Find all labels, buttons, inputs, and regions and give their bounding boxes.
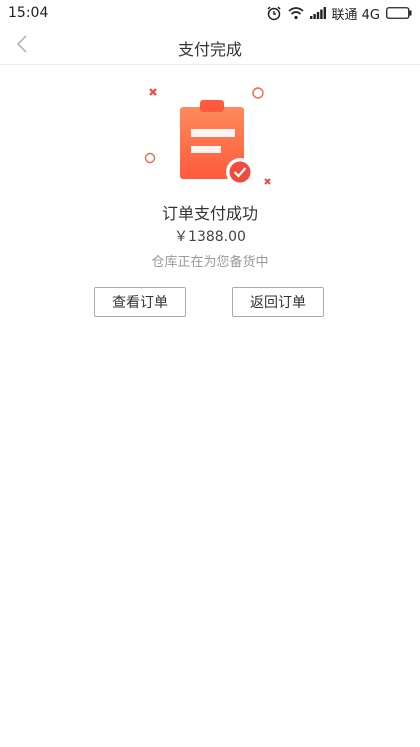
stock-hint: 仓库正在为您备货中 xyxy=(151,255,269,270)
alarm-icon xyxy=(266,5,282,21)
status-icons: 联通 4G xyxy=(266,4,412,23)
carrier-label: 联通 4G xyxy=(331,7,380,23)
status-time: 15:04 xyxy=(8,5,49,21)
signal-icon xyxy=(309,7,326,19)
view-order-button[interactable]: 查看订单 xyxy=(94,287,186,317)
battery-icon xyxy=(386,7,412,19)
status-bar: 15:04 联通 4G xyxy=(0,0,420,26)
payment-success-illustration xyxy=(140,82,280,192)
success-title: 订单支付成功 xyxy=(161,204,258,223)
payment-amount: ￥1388.00 xyxy=(174,229,246,245)
nav-bar: 支付完成 xyxy=(0,26,420,65)
page-title: 支付完成 xyxy=(177,40,242,59)
wifi-icon xyxy=(287,6,304,20)
return-order-button[interactable]: 返回订单 xyxy=(232,287,324,317)
